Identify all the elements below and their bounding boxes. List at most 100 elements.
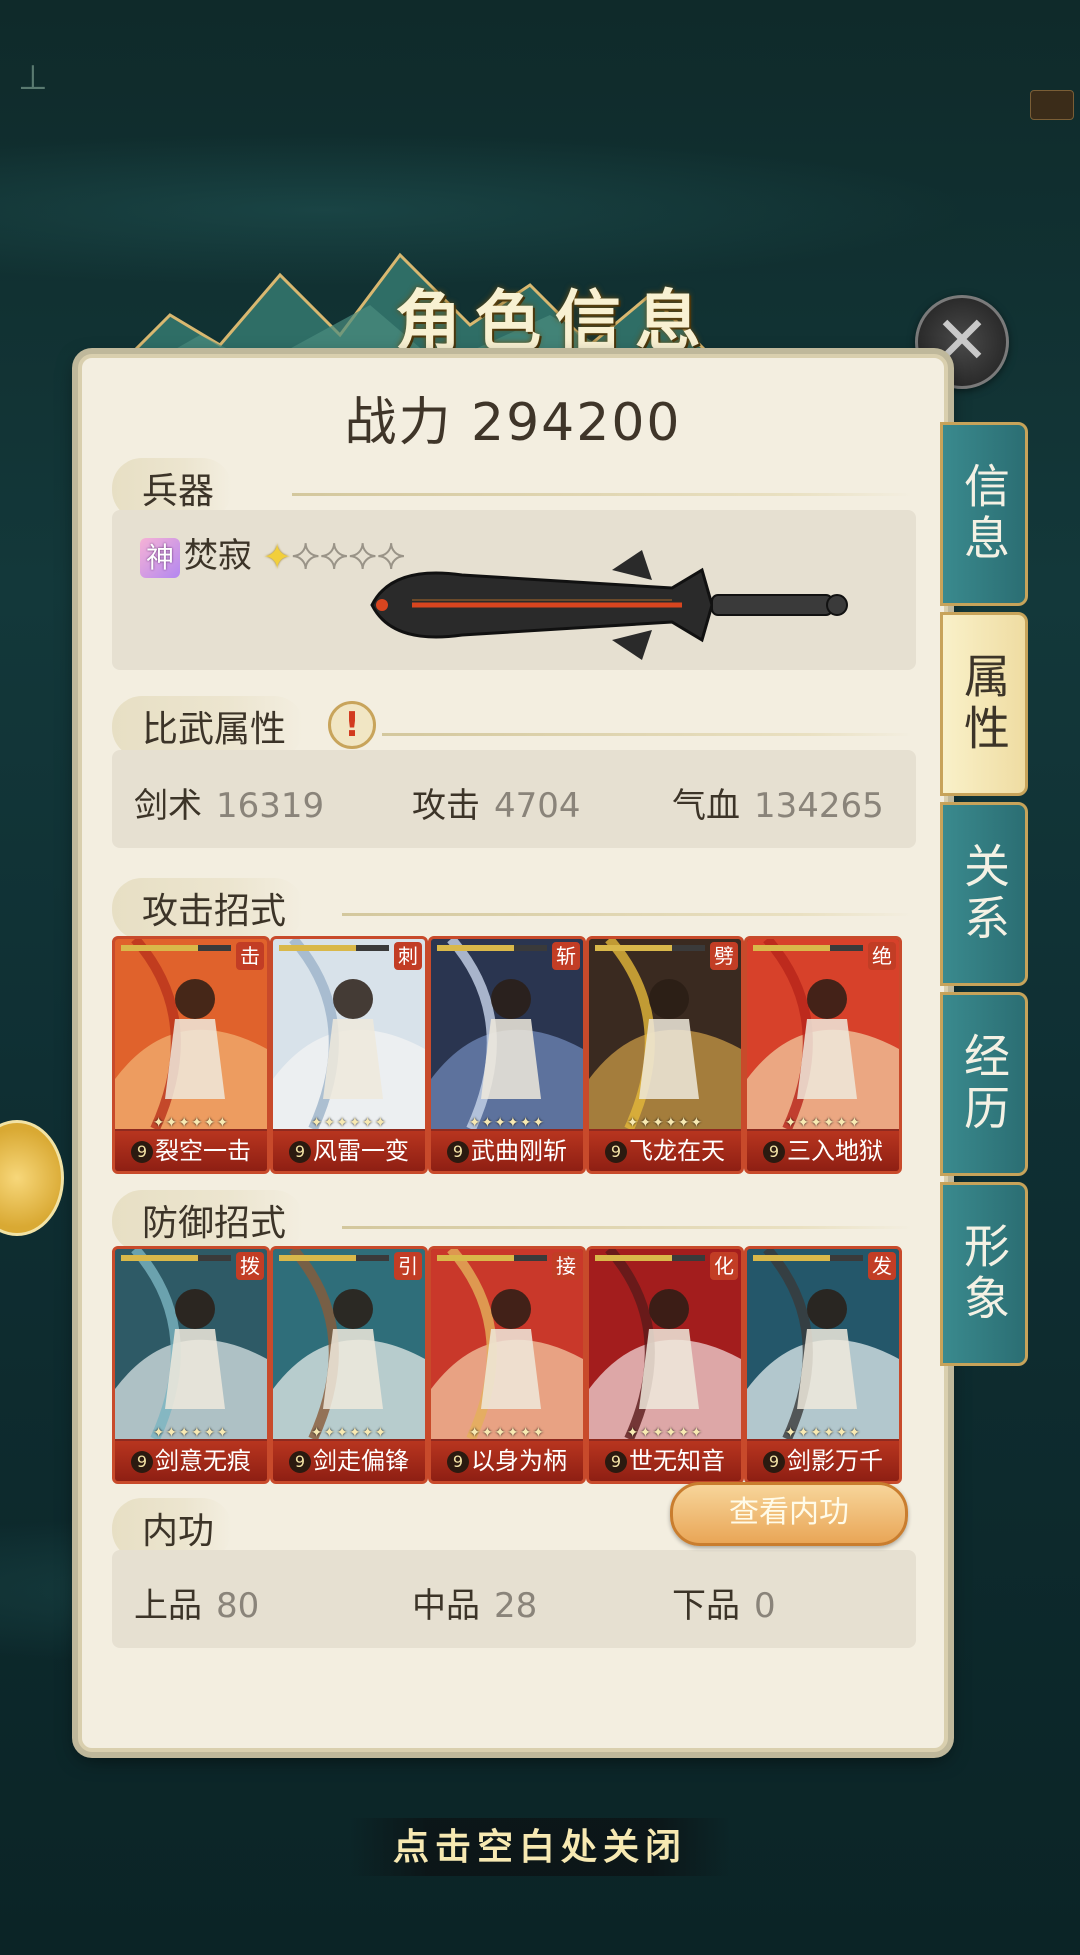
skill-progress-bar xyxy=(753,945,863,951)
section-title-defense-skills: 防御招式 xyxy=(112,1190,305,1252)
skill-progress-bar xyxy=(595,945,705,951)
skill-type-tag: 击 xyxy=(236,942,264,970)
divider xyxy=(342,1226,912,1229)
skill-type-tag: 拨 xyxy=(236,1252,264,1280)
skill-stars: ✦✦✦✦✦✦ xyxy=(152,1425,230,1441)
divider xyxy=(292,493,912,496)
skill-stars: ✦✦✦✦✦✦ xyxy=(784,1115,862,1131)
skill-name: 9 以身为柄 xyxy=(431,1441,583,1481)
defense-skill-card[interactable]: 拨 ✦✦✦✦✦✦ 9 剑意无痕 xyxy=(112,1246,270,1484)
defense-skill-card[interactable]: 化 ✦✦✦✦✦✦ 9 世无知音 xyxy=(586,1246,744,1484)
skill-name: 9 剑影万千 xyxy=(747,1441,899,1481)
defense-skill-card[interactable]: 引 ✦✦✦✦✦✦ 9 剑走偏锋 xyxy=(270,1246,428,1484)
skill-type-tag: 刺 xyxy=(394,942,422,970)
top-left-ornament-icon: ⊥ xyxy=(18,58,48,98)
skill-progress-bar xyxy=(279,945,389,951)
alert-icon[interactable]: ! xyxy=(328,701,376,749)
combat-power-value: 294200 xyxy=(471,393,682,453)
skill-type-tag: 化 xyxy=(710,1252,738,1280)
page-title: 角色信息 xyxy=(395,282,715,360)
tab-info[interactable]: 信息 xyxy=(940,422,1028,606)
tab-relations[interactable]: 关系 xyxy=(940,802,1028,986)
attack-skill-card[interactable]: 劈 ✦✦✦✦✦✦ 9 飞龙在天 xyxy=(586,936,744,1174)
divider xyxy=(342,913,912,916)
skill-progress-bar xyxy=(121,945,231,951)
star-empty-icon: ✦ xyxy=(319,537,349,579)
tab-appearance[interactable]: 形象 xyxy=(940,1182,1028,1366)
skill-level: 9 xyxy=(289,1451,311,1473)
skill-level: 9 xyxy=(131,1451,153,1473)
divine-badge: 神 xyxy=(140,537,180,578)
star-filled-icon: ✦ xyxy=(262,537,292,578)
skill-level: 9 xyxy=(131,1141,153,1163)
skill-name: 9 风雷一变 xyxy=(273,1131,425,1171)
divider xyxy=(382,733,912,736)
skill-level: 9 xyxy=(763,1141,785,1163)
skill-level: 9 xyxy=(447,1141,469,1163)
skill-type-tag: 斩 xyxy=(552,942,580,970)
skill-progress-bar xyxy=(595,1255,705,1261)
weapon-name: 焚寂 xyxy=(184,536,252,576)
skill-name-text: 以身为柄 xyxy=(471,1447,567,1475)
skill-name-text: 剑意无痕 xyxy=(155,1447,251,1475)
stat-hp: 气血 134265 xyxy=(672,786,884,826)
skill-name: 9 飞龙在天 xyxy=(589,1131,741,1171)
stat-attack: 攻击 4704 xyxy=(412,786,581,826)
skill-level: 9 xyxy=(605,1141,627,1163)
skill-name-text: 武曲刚斩 xyxy=(471,1137,567,1165)
star-empty-icon: ✦ xyxy=(290,537,320,579)
neigong-mid-grade: 中品 28 xyxy=(412,1586,538,1626)
side-chat-avatar[interactable] xyxy=(0,1120,64,1236)
skill-progress-bar xyxy=(753,1255,863,1261)
skill-stars: ✦✦✦✦✦✦ xyxy=(784,1425,862,1441)
skill-level: 9 xyxy=(763,1451,785,1473)
skill-name-text: 世无知音 xyxy=(629,1447,725,1475)
neigong-low-grade: 下品 0 xyxy=(672,1586,776,1626)
skill-type-tag: 引 xyxy=(394,1252,422,1280)
attack-skill-card[interactable]: 刺 ✦✦✦✦✦✦ 9 风雷一变 xyxy=(270,936,428,1174)
skill-name-text: 三入地狱 xyxy=(787,1137,883,1165)
close-hint[interactable]: 点击空白处关闭 xyxy=(350,1818,730,1876)
section-title-attack-skills: 攻击招式 xyxy=(112,878,305,940)
skill-name: 9 裂空一击 xyxy=(115,1131,267,1171)
skill-type-tag: 绝 xyxy=(868,942,896,970)
tab-history[interactable]: 经历 xyxy=(940,992,1028,1176)
skill-level: 9 xyxy=(289,1141,311,1163)
skill-name: 9 世无知音 xyxy=(589,1441,741,1481)
tab-attributes[interactable]: 属性 xyxy=(940,612,1028,796)
skill-type-tag: 接 xyxy=(552,1252,580,1280)
defense-skill-card[interactable]: 接 ✦✦✦✦✦✦ 9 以身为柄 xyxy=(428,1246,586,1484)
skill-level: 9 xyxy=(605,1451,627,1473)
combat-power-label: 战力 xyxy=(344,393,453,453)
skill-progress-bar xyxy=(437,1255,547,1261)
defense-skill-card[interactable]: 发 ✦✦✦✦✦✦ 9 剑影万千 xyxy=(744,1246,902,1484)
view-neigong-button[interactable]: 查看内功 xyxy=(670,1482,908,1546)
skill-stars: ✦✦✦✦✦✦ xyxy=(626,1115,704,1131)
top-right-menu-icon[interactable] xyxy=(1030,90,1074,120)
skill-name: 9 武曲刚斩 xyxy=(431,1131,583,1171)
attack-skill-card[interactable]: 斩 ✦✦✦✦✦✦ 9 武曲刚斩 xyxy=(428,936,586,1174)
duel-attrs-box: 剑术 16319 攻击 4704 气血 134265 xyxy=(112,750,916,848)
skill-name-text: 风雷一变 xyxy=(313,1137,409,1165)
defense-skill-list: 拨 ✦✦✦✦✦✦ 9 剑意无痕引 ✦✦✦✦✦✦ 9 剑走偏锋接 ✦✦✦✦✦✦ 9 以身为柄化 ✦✦✦… xyxy=(112,1246,916,1486)
skill-progress-bar xyxy=(121,1255,231,1261)
skill-name-text: 飞龙在天 xyxy=(629,1137,725,1165)
weapon-box[interactable]: 神焚寂 ✦✦✦✦✦ xyxy=(112,510,916,670)
attack-skill-card[interactable]: 击 ✦✦✦✦✦✦ 9 裂空一击 xyxy=(112,936,270,1174)
combat-power: 战力 294200 xyxy=(82,380,944,455)
skill-stars: ✦✦✦✦✦✦ xyxy=(310,1115,388,1131)
skill-name-text: 裂空一击 xyxy=(155,1137,251,1165)
skill-name-text: 剑影万千 xyxy=(787,1447,883,1475)
skill-stars: ✦✦✦✦✦✦ xyxy=(468,1115,546,1131)
skill-name-text: 剑走偏锋 xyxy=(313,1447,409,1475)
section-title-duel-attrs: 比武属性 xyxy=(112,696,305,758)
skill-type-tag: 发 xyxy=(868,1252,896,1280)
attack-skill-list: 击 ✦✦✦✦✦✦ 9 裂空一击刺 ✦✦✦✦✦✦ 9 风雷一变斩 ✦✦✦✦✦✦ 9 武曲刚斩劈 ✦✦✦… xyxy=(112,936,916,1176)
skill-name: 9 剑走偏锋 xyxy=(273,1441,425,1481)
skill-stars: ✦✦✦✦✦✦ xyxy=(468,1425,546,1441)
attack-skill-card[interactable]: 绝 ✦✦✦✦✦✦ 9 三入地狱 xyxy=(744,936,902,1174)
skill-stars: ✦✦✦✦✦✦ xyxy=(626,1425,704,1441)
skill-type-tag: 劈 xyxy=(710,942,738,970)
weapon-sword-image xyxy=(370,550,848,660)
skill-level: 9 xyxy=(447,1451,469,1473)
